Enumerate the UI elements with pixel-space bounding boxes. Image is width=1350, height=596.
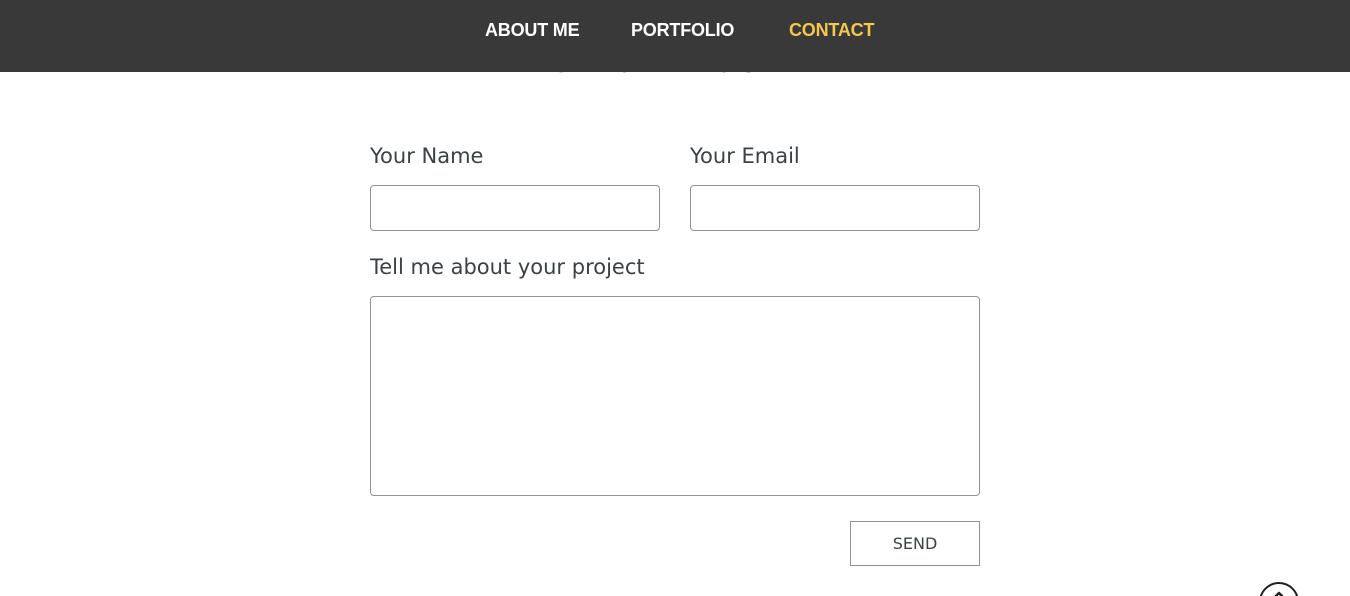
nav-link-contact[interactable]: CONTACT (789, 20, 874, 41)
top-navbar: ABOUT ME PORTFOLIO CONTACT (0, 0, 1350, 72)
name-label: Your Name (370, 144, 484, 168)
project-textarea[interactable] (370, 296, 980, 496)
project-label: Tell me about your project (370, 255, 645, 279)
email-label: Your Email (690, 144, 800, 168)
send-button[interactable]: SEND (850, 521, 980, 566)
scroll-to-top-button[interactable] (1259, 582, 1299, 596)
nav-link-about-me[interactable]: ABOUT ME (485, 20, 580, 41)
chevron-up-icon (1274, 591, 1284, 596)
email-field[interactable] (690, 185, 980, 231)
name-field[interactable] (370, 185, 660, 231)
nav-link-portfolio[interactable]: PORTFOLIO (631, 20, 734, 41)
contact-page: ABOUT ME PORTFOLIO CONTACT LET'S WORK TO… (0, 0, 1350, 596)
